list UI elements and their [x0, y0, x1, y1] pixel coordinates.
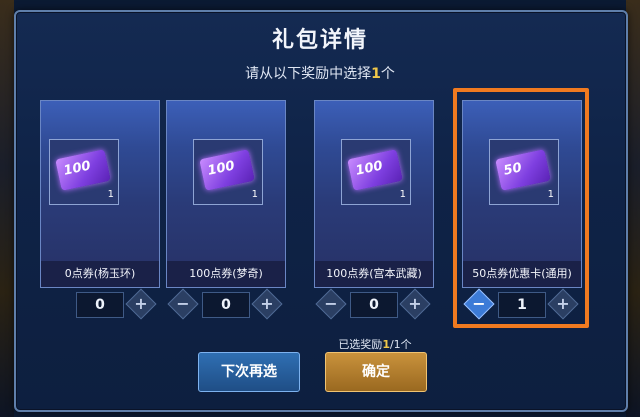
plus-button[interactable]: +	[399, 288, 431, 320]
plus-icon: +	[134, 294, 148, 313]
quantity-stepper-1: 0 +	[40, 288, 158, 320]
quantity-value[interactable]: 0	[76, 292, 124, 318]
dialog-subtitle: 请从以下奖励中选择1个	[0, 63, 640, 83]
selected-rewards-count: 已选奖励1/1个	[300, 336, 450, 352]
minus-icon: −	[176, 294, 190, 313]
confirm-button[interactable]: 确定	[325, 352, 427, 392]
voucher-ticket-icon: 100	[347, 149, 403, 191]
quantity-value[interactable]: 0	[202, 292, 250, 318]
selected-prefix: 已选奖励	[338, 338, 383, 351]
choose-later-button[interactable]: 下次再选	[198, 352, 300, 392]
reward-icon-box: 100 1	[341, 139, 411, 205]
reward-qty: 1	[399, 189, 406, 200]
ticket-label: 100	[62, 158, 93, 179]
selection-highlight-frame	[453, 88, 589, 328]
reward-icon-box: 100 1	[193, 139, 263, 205]
selected-count: 1	[382, 338, 390, 351]
minus-icon: −	[324, 294, 338, 313]
quantity-stepper-2: − 0 +	[166, 288, 284, 320]
subtitle-suffix: 个	[380, 66, 395, 82]
reward-card-3[interactable]: 100 1 100点券(宫本武藏)	[314, 100, 434, 288]
subtitle-count: 1	[371, 66, 381, 82]
plus-button[interactable]: +	[251, 288, 283, 320]
reward-card-2[interactable]: 100 1 100点券(梦奇)	[166, 100, 286, 288]
minus-button[interactable]: −	[167, 288, 199, 320]
reward-icon-box: 100 1	[49, 139, 119, 205]
voucher-ticket-icon: 100	[55, 149, 111, 191]
quantity-value[interactable]: 0	[350, 292, 398, 318]
reward-qty: 1	[107, 189, 114, 200]
voucher-ticket-icon: 100	[199, 149, 255, 191]
plus-icon: +	[408, 294, 422, 313]
ticket-label: 100	[354, 158, 385, 179]
subtitle-prefix: 请从以下奖励中选择	[245, 66, 372, 82]
reward-qty: 1	[251, 189, 258, 200]
reward-name: 100点券(宫本武藏)	[315, 261, 433, 287]
plus-icon: +	[260, 294, 274, 313]
minus-button[interactable]: −	[315, 288, 347, 320]
selected-total: /1个	[389, 338, 412, 351]
dialog-title: 礼包详情	[271, 28, 368, 53]
reward-name: 0点券(杨玉环)	[41, 261, 159, 287]
ticket-label: 100	[206, 158, 237, 179]
quantity-stepper-3: − 0 +	[314, 288, 432, 320]
plus-button[interactable]: +	[125, 288, 157, 320]
reward-name: 100点券(梦奇)	[167, 261, 285, 287]
reward-card-1[interactable]: 100 1 0点券(杨玉环)	[40, 100, 160, 288]
